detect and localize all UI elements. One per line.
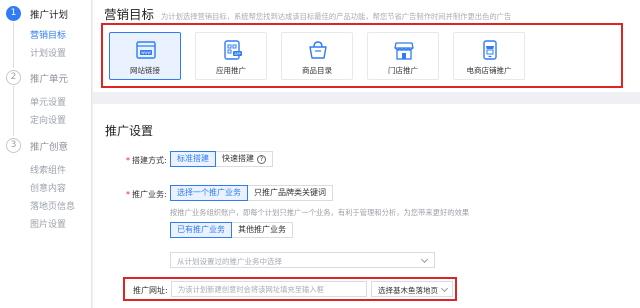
- step-title: 推广单元: [30, 73, 69, 85]
- build-mode-quick-button[interactable]: 快速搭建?: [216, 151, 273, 167]
- sidebar-item-unit-settings[interactable]: 单元设置: [30, 95, 66, 108]
- step-3[interactable]: 3 推广创意: [6, 138, 68, 153]
- sidebar-item-landing-page-info[interactable]: 落地页信息: [30, 199, 75, 212]
- business-hint: 按推广业务组织账户，即每个计划只推广一个业务，有利于管理和分析，为您带来更好的效…: [170, 208, 470, 217]
- sidebar-item-lead-component[interactable]: 线索组件: [30, 163, 66, 176]
- sidebar-item-creative-content[interactable]: 创意内容: [30, 181, 66, 194]
- required-mark: *: [126, 190, 130, 199]
- goal-card-website[interactable]: WWW 网站链接: [109, 32, 181, 80]
- url-label: 推广网址:: [133, 286, 168, 295]
- required-mark: *: [126, 156, 130, 165]
- goal-card-label: 网站链接: [130, 66, 160, 75]
- sidebar-item-plan-settings[interactable]: 计划设置: [30, 46, 66, 59]
- step-2[interactable]: 2 推广单元: [6, 70, 68, 85]
- sidebar-item-image-settings[interactable]: 图片设置: [30, 217, 66, 230]
- url-input-placeholder: 为该计划新建创意时会将该网址填充至输入框: [178, 285, 324, 294]
- step-title: 推广创意: [30, 141, 69, 153]
- app-root: 1 推广计划 营销目标 计划设置 2 推广单元 单元设置 定向设置 3 推广创意…: [0, 0, 640, 308]
- step-sidebar: 1 推广计划 营销目标 计划设置 2 推广单元 单元设置 定向设置 3 推广创意…: [0, 0, 92, 308]
- shopping-basket-icon: [309, 41, 327, 59]
- build-mode-label: * 搭建方式:: [126, 155, 167, 166]
- goal-card-label: 商品目录: [302, 66, 332, 75]
- step-number: 3: [6, 138, 21, 153]
- goal-card-app[interactable]: APP 应用推广: [195, 32, 267, 80]
- url-input[interactable]: 为该计划新建创意时会将该网址填充至输入框: [171, 281, 367, 297]
- marketing-goal-panel: 营销目标 为计划选择营销目标，系统帮您找到达成该目标最佳的产品功能，帮您节省广告…: [93, 0, 640, 92]
- landing-page-select-text: 选择基木鱼落地页: [378, 286, 438, 295]
- business-label-text: 推广业务:: [132, 190, 167, 199]
- single-business-button[interactable]: 选择一个推广业务: [170, 185, 248, 201]
- settings-title: 推广设置: [105, 124, 154, 138]
- help-circle-icon[interactable]: ?: [257, 155, 266, 164]
- step-number: 2: [6, 70, 21, 85]
- chevron-down-icon: [420, 255, 429, 264]
- goal-card-label: 应用推广: [216, 66, 246, 75]
- quick-build-text: 快速搭建: [222, 154, 254, 163]
- goal-card-store[interactable]: 门店推广: [367, 32, 439, 80]
- promotion-settings-panel: 推广设置 * 搭建方式: 标准搭建 快速搭建? * 推广业务: 选择一个推广业务 只…: [93, 104, 640, 308]
- build-mode-toggle: 标准搭建 快速搭建?: [170, 151, 273, 167]
- landing-page-select[interactable]: 选择基木鱼落地页: [371, 281, 453, 297]
- svg-text:WWW: WWW: [141, 51, 151, 55]
- goal-card-catalog[interactable]: 商品目录: [281, 32, 353, 80]
- goal-header: 营销目标 为计划选择营销目标，系统帮您找到达成该目标最佳的产品功能，帮您节省广告…: [104, 4, 511, 23]
- step-1[interactable]: 1 推广计划: [6, 6, 68, 21]
- step-connector: [13, 22, 14, 68]
- business-select-placeholder: 从计划设置过的推广业务中选择: [177, 257, 282, 266]
- app-icon: APP: [224, 40, 242, 60]
- step-number: 1: [6, 6, 21, 21]
- goal-card-label: 电商店铺推广: [466, 66, 512, 75]
- step-title: 推广计划: [30, 9, 69, 21]
- business-source-toggle: 已有推广业务 其他推广业务: [170, 222, 293, 238]
- sidebar-item-targeting-settings[interactable]: 定向设置: [30, 113, 66, 126]
- goal-description: 为计划选择营销目标，系统帮您找到达成该目标最佳的产品功能，帮您节省广告制作时间并…: [161, 12, 512, 21]
- build-mode-standard-button[interactable]: 标准搭建: [170, 151, 216, 167]
- build-mode-label-text: 搭建方式:: [132, 156, 167, 165]
- store-icon: [394, 42, 414, 60]
- brand-keywords-only-button[interactable]: 只推广品牌类关键词: [248, 185, 333, 201]
- svg-text:APP: APP: [234, 52, 240, 56]
- url-row-highlight: 推广网址: 为该计划新建创意时会将该网址填充至输入框 选择基木鱼落地页: [123, 277, 457, 301]
- goal-options-highlight: WWW 网站链接 APP 应用推广 商品目录 门店推广 电商店铺推广: [101, 23, 623, 88]
- goal-title: 营销目标: [104, 7, 155, 22]
- website-icon: WWW: [136, 41, 156, 59]
- chevron-down-icon: [440, 284, 449, 293]
- ecommerce-store-icon: [483, 40, 497, 60]
- business-select[interactable]: 从计划设置过的推广业务中选择: [170, 252, 435, 268]
- business-label: * 推广业务:: [126, 189, 167, 200]
- other-business-button[interactable]: 其他推广业务: [232, 222, 293, 238]
- business-toggle: 选择一个推广业务 只推广品牌类关键词: [170, 185, 333, 201]
- goal-card-label: 门店推广: [388, 66, 418, 75]
- step-connector: [13, 86, 14, 136]
- sidebar-item-marketing-goal[interactable]: 营销目标: [30, 28, 66, 41]
- goal-card-ecommerce-store[interactable]: 电商店铺推广: [453, 32, 525, 80]
- existing-business-button[interactable]: 已有推广业务: [170, 222, 232, 238]
